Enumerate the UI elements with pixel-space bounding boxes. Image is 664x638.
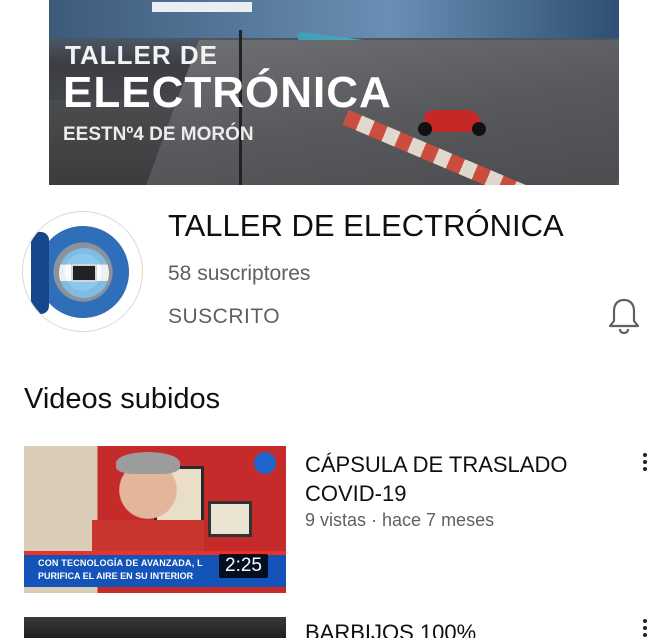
more-vert-icon[interactable] [636, 616, 654, 638]
video-title[interactable]: BARBIJOS 100% [305, 618, 610, 638]
banner-title-line2: ELECTRÓNICA [63, 68, 392, 117]
thumb-caption: CON TECNOLOGÍA DE AVANZADA, L [38, 558, 203, 568]
channel-avatar[interactable] [22, 211, 143, 332]
video-thumbnail[interactable] [24, 617, 286, 638]
section-title: Videos subidos [24, 383, 221, 415]
banner-title-line1: TALLER DE [65, 40, 218, 70]
chip-icon [71, 264, 97, 282]
news-logo-icon [254, 452, 276, 474]
subscribed-button[interactable]: SUSCRITO [168, 305, 280, 329]
channel-banner: TALLER DE ELECTRÓNICA EESTNº4 DE MORÓN [49, 0, 619, 185]
channel-name: TALLER DE ELECTRÓNICA [168, 208, 564, 243]
thumb-caption: PURIFICA EL AIRE EN SU INTERIOR [38, 571, 194, 581]
video-title[interactable]: CÁPSULA DE TRASLADO COVID-19 [305, 450, 610, 508]
subscriber-count: 58 suscriptores [168, 262, 311, 285]
more-vert-icon[interactable] [636, 450, 654, 476]
bell-icon[interactable] [606, 296, 642, 336]
banner-subtitle: EESTNº4 DE MORÓN [63, 124, 254, 145]
video-duration: 2:25 [219, 554, 268, 578]
video-meta: 9 vistas · hace 7 meses [305, 510, 495, 530]
race-car-image [418, 110, 486, 136]
video-thumbnail[interactable]: CON TECNOLOGÍA DE AVANZADA, L PURIFICA E… [24, 446, 286, 593]
